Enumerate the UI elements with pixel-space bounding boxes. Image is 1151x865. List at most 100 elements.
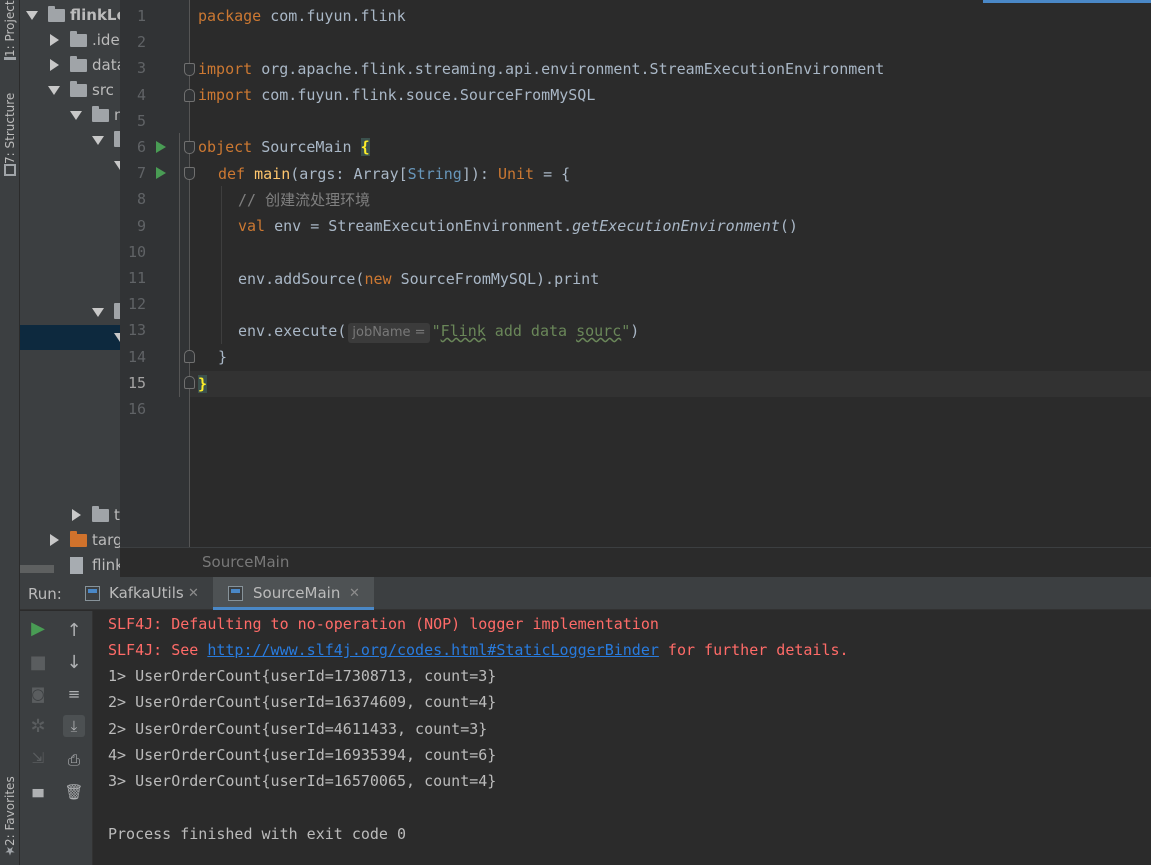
code-line-7: def main(args: Array[String]): Unit = { xyxy=(218,161,570,187)
code-token: SourceFromMySQL).print xyxy=(400,270,600,288)
line-number: 3 xyxy=(136,59,146,78)
scroll-to-end-icon[interactable]: ⤓ xyxy=(63,715,85,737)
tree-item[interactable]: data xyxy=(20,53,120,78)
folder-icon xyxy=(4,56,16,60)
code-line-14: } xyxy=(218,348,228,366)
console-text: for further details. xyxy=(658,641,849,659)
chevron-right-icon[interactable] xyxy=(72,509,81,521)
import-path: com.fuyun.flink.souce.SourceFromMySQL xyxy=(261,86,596,104)
line-number: 7 xyxy=(136,164,146,183)
method-call: getExecutionEnvironment xyxy=(572,217,780,235)
folder-icon xyxy=(70,56,87,72)
soft-wrap-icon[interactable]: ≡ xyxy=(63,683,85,705)
chevron-down-icon[interactable] xyxy=(48,86,60,95)
chevron-down-icon[interactable] xyxy=(70,111,82,120)
rerun-icon[interactable]: ▶ xyxy=(27,617,49,639)
tree-item[interactable] xyxy=(20,153,120,178)
folder-icon xyxy=(70,31,87,47)
folder-icon xyxy=(48,6,65,22)
fold-object-end-icon[interactable] xyxy=(184,376,195,389)
scope-marker xyxy=(179,133,180,397)
trash-icon[interactable]: 🗑 xyxy=(63,781,85,803)
run-label: Run: xyxy=(28,585,62,603)
fold-main-icon[interactable] xyxy=(184,167,195,180)
chevron-right-icon[interactable] xyxy=(50,34,59,46)
string-literal: " xyxy=(431,322,441,340)
favorites-tool-tab[interactable]: ★ 2: Favorites xyxy=(1,762,19,862)
fold-main-end-icon[interactable] xyxy=(184,350,195,363)
matched-brace: { xyxy=(360,138,370,156)
code-line-6: object SourceMain { xyxy=(198,134,370,160)
stop-icon[interactable]: ■ xyxy=(27,651,49,673)
tree-item-label: .ide xyxy=(92,31,120,49)
tree-item[interactable]: src xyxy=(20,78,120,103)
console-output-line: 3> UserOrderCount{userId=16570065, count… xyxy=(108,772,497,790)
run-config-icon xyxy=(85,586,100,601)
chevron-right-icon[interactable] xyxy=(50,59,59,71)
console-output-line: 2> UserOrderCount{userId=16374609, count… xyxy=(108,693,497,711)
code-token: env.addSource( xyxy=(238,270,365,288)
fold-object-icon[interactable] xyxy=(184,141,195,154)
tree-item[interactable]: targ xyxy=(20,528,120,553)
code-editor[interactable]: 1 2 3 4 5 6 7 8 9 10 11 12 13 14 15 16 package com.fuyu… xyxy=(120,0,1151,577)
console-output-line: 2> UserOrderCount{userId=4611433, count=… xyxy=(108,720,488,738)
caret-row-highlight xyxy=(190,371,1151,397)
code-line-1: package com.fuyun.flink xyxy=(198,3,406,29)
structure-tool-tab-label: 7: Structure xyxy=(3,92,17,164)
import-path: org.apache.flink.streaming.api.environme… xyxy=(261,60,885,78)
matched-brace: } xyxy=(198,375,208,393)
layout-icon[interactable]: ▀ xyxy=(27,787,49,809)
close-icon[interactable]: ✕ xyxy=(349,577,360,610)
exit-icon[interactable]: ⇲ xyxy=(27,747,49,769)
code-token: ]): xyxy=(461,165,498,183)
string-literal: Flink xyxy=(440,322,486,340)
tree-item[interactable]: flinkLe xyxy=(20,3,120,28)
tree-item[interactable]: .ide xyxy=(20,28,120,53)
tree-item[interactable]: t xyxy=(20,503,120,528)
tree-item[interactable]: m xyxy=(20,103,120,128)
chevron-down-icon[interactable] xyxy=(92,308,104,317)
tab-sourcemain[interactable]: SourceMain ✕ xyxy=(213,577,374,610)
object-name: SourceMain xyxy=(261,138,361,156)
project-tree: flinkLe .ide data src m t targ flink xyxy=(20,0,120,577)
camera-icon[interactable]: ◙ xyxy=(27,683,49,705)
gutter-divider xyxy=(189,0,190,547)
fold-imports-icon[interactable] xyxy=(184,63,195,76)
tab-label: SourceMain xyxy=(253,584,341,602)
tree-item[interactable] xyxy=(20,128,120,153)
line-number: 9 xyxy=(136,216,146,235)
code-token: env.execute( xyxy=(238,322,347,340)
fold-imports-end-icon[interactable] xyxy=(184,89,195,102)
run-main-icon[interactable] xyxy=(156,167,166,179)
keyword: Unit xyxy=(497,165,535,183)
run-object-icon[interactable] xyxy=(156,141,166,153)
line-number: 16 xyxy=(127,400,146,418)
arrow-up-icon[interactable]: ↑ xyxy=(63,619,85,641)
debug-icon[interactable]: ✲ xyxy=(27,715,49,737)
tab-kafkautils[interactable]: KafkaUtils ✕ xyxy=(82,577,210,610)
arrow-down-icon[interactable]: ↓ xyxy=(63,651,85,673)
print-icon[interactable]: ⎙ xyxy=(63,749,85,771)
file-icon xyxy=(70,557,83,574)
keyword: import xyxy=(198,86,262,104)
console-error-line: SLF4J: See http://www.slf4j.org/codes.ht… xyxy=(108,637,849,663)
folder-icon xyxy=(92,506,109,522)
breadcrumb[interactable]: SourceMain xyxy=(120,547,1151,577)
project-tool-tab[interactable]: 1: Project xyxy=(1,0,19,64)
console-link[interactable]: http://www.slf4j.org/codes.html#StaticLo… xyxy=(207,641,659,659)
editor-scroll-thumb[interactable] xyxy=(983,0,1151,3)
string-literal: sourc xyxy=(576,322,622,340)
breadcrumb-item[interactable]: SourceMain xyxy=(202,553,289,571)
close-icon[interactable]: ✕ xyxy=(188,577,199,610)
tree-scrollbar[interactable] xyxy=(20,565,54,573)
line-number: 15 xyxy=(127,373,146,392)
chevron-down-icon[interactable] xyxy=(92,136,104,145)
tree-item[interactable] xyxy=(20,300,120,325)
keyword: val xyxy=(238,217,275,235)
structure-tool-tab[interactable]: 7: Structure xyxy=(1,80,19,180)
code-token: (args: Array[ xyxy=(290,165,408,183)
chevron-down-icon[interactable] xyxy=(26,11,38,20)
left-tool-strip: 1: Project 7: Structure ★ 2: Favorites xyxy=(0,0,20,865)
chevron-right-icon[interactable] xyxy=(50,534,59,546)
tree-item[interactable] xyxy=(20,325,120,350)
